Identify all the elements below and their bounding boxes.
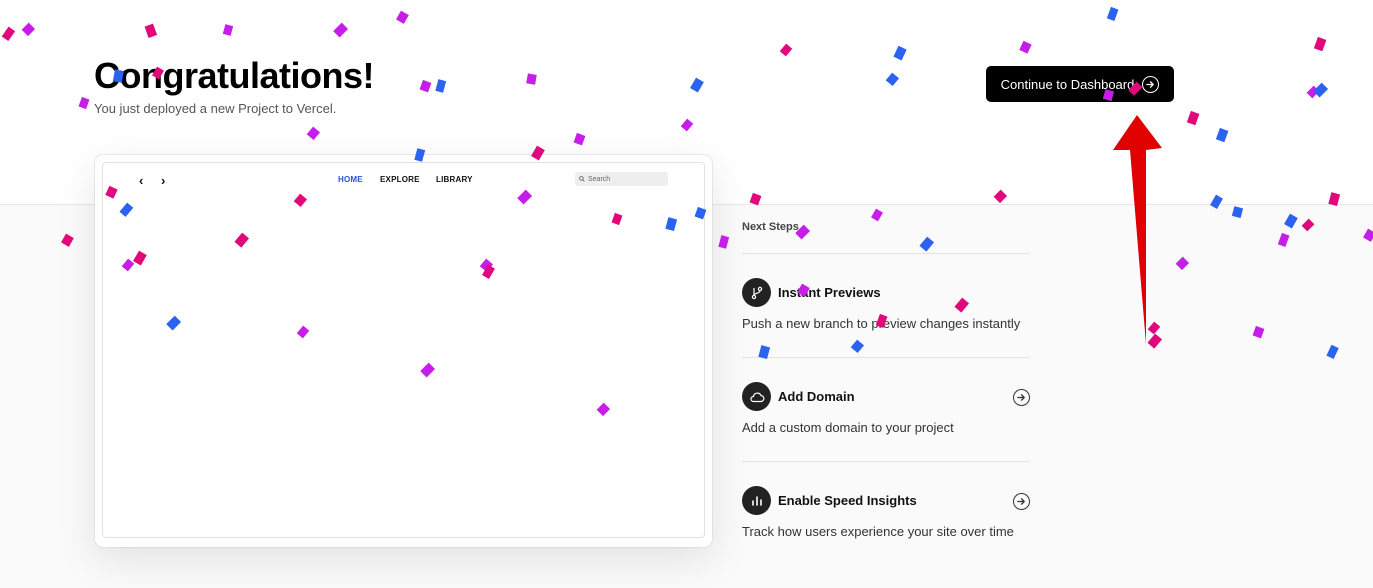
preview-nav-explore: EXPLORE: [380, 175, 420, 184]
next-steps: Next Steps Instant Previews Push a new b…: [742, 221, 1030, 566]
preview-search-placeholder: Search: [588, 175, 611, 183]
step-add-domain[interactable]: Add Domain Add a custom domain to your p…: [742, 358, 1030, 462]
preview-nav: ‹ › HOME EXPLORE LIBRARY Search: [103, 172, 704, 188]
step-title: Enable Speed Insights: [778, 493, 917, 508]
arrow-right-circle-icon[interactable]: [1013, 493, 1030, 510]
step-instant-previews[interactable]: Instant Previews Push a new branch to pr…: [742, 254, 1030, 358]
preview-nav-home: HOME: [338, 175, 363, 184]
preview-search: Search: [575, 172, 668, 186]
continue-label: Continue to Dashboard: [1000, 76, 1135, 92]
cloud-icon: [742, 382, 771, 411]
step-desc: Add a custom domain to your project: [742, 420, 954, 435]
step-speed-insights[interactable]: Enable Speed Insights Track how users ex…: [742, 462, 1030, 566]
next-steps-heading: Next Steps: [742, 221, 1030, 254]
continue-to-dashboard-button[interactable]: Continue to Dashboard: [986, 66, 1174, 102]
step-title: Instant Previews: [778, 285, 881, 300]
step-title: Add Domain: [778, 389, 855, 404]
git-branch-icon: [742, 278, 771, 307]
page-title: Congratulations!: [94, 55, 374, 96]
page-subtitle: You just deployed a new Project to Verce…: [94, 101, 337, 116]
chevron-left-icon: ‹: [139, 173, 144, 188]
preview-frame: ‹ › HOME EXPLORE LIBRARY Search: [102, 162, 705, 538]
step-desc: Track how users experience your site ove…: [742, 524, 1014, 539]
step-desc: Push a new branch to preview changes ins…: [742, 316, 1021, 331]
preview-nav-library: LIBRARY: [436, 175, 473, 184]
deployment-preview[interactable]: ‹ › HOME EXPLORE LIBRARY Search: [95, 155, 712, 547]
search-icon: [579, 176, 585, 182]
chevron-right-icon: ›: [161, 173, 166, 188]
arrow-right-circle-icon: [1142, 75, 1160, 93]
bar-chart-icon: [742, 486, 771, 515]
arrow-right-circle-icon[interactable]: [1013, 389, 1030, 406]
